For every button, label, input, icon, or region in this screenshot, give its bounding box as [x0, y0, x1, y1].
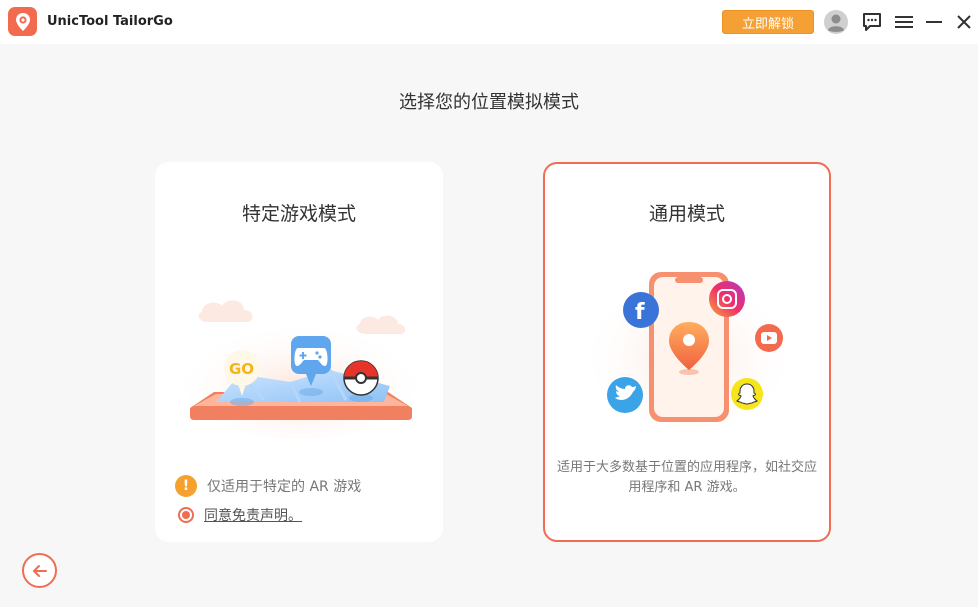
page-title: 选择您的位置模拟模式: [399, 92, 579, 113]
chat-icon[interactable]: [859, 9, 885, 35]
youtube-icon: [755, 324, 783, 352]
facebook-icon: f: [623, 292, 659, 328]
back-arrow-icon: [32, 564, 47, 577]
close-icon[interactable]: [951, 9, 977, 35]
general-mode-title: 通用模式: [648, 203, 725, 225]
go-badge: GO: [229, 360, 254, 378]
game-mode-illustration: GO: [182, 300, 418, 439]
disclaimer-link[interactable]: 同意免责声明。: [204, 505, 302, 525]
disclaimer-radio[interactable]: [178, 507, 194, 523]
game-mode-title: 特定游戏模式: [241, 203, 356, 225]
general-mode-description: 适用于大多数基于位置的应用程序，如社交应用程序和 AR 游戏。: [557, 460, 818, 495]
general-mode-card[interactable]: 通用模式 f 适用于大多数基于位置的应用程序，如社交应用程序和 AR 游戏。: [543, 162, 831, 542]
user-avatar-icon[interactable]: [823, 9, 849, 35]
title-bar: UnicTool TailorGo 立即解锁: [0, 0, 978, 44]
snapchat-icon: [731, 378, 763, 410]
menu-icon[interactable]: [891, 9, 917, 35]
game-mode-note: ! 仅适用于特定的 AR 游戏: [175, 475, 361, 497]
warning-icon: !: [175, 475, 197, 497]
twitter-icon: [607, 377, 643, 413]
general-mode-illustration: f: [589, 270, 789, 430]
location-logo-icon: [8, 7, 37, 36]
back-button[interactable]: [22, 553, 57, 588]
disclaimer-row[interactable]: 同意免责声明。: [175, 505, 302, 525]
instagram-icon: [709, 281, 745, 317]
unlock-button[interactable]: 立即解锁: [722, 10, 814, 34]
minimize-icon[interactable]: [921, 9, 947, 35]
game-mode-card[interactable]: 特定游戏模式 GO ! 仅适用于特定的 AR 游戏 同意免责声明。: [155, 162, 443, 542]
app-title: UnicTool TailorGo: [47, 14, 173, 29]
game-mode-note-text: 仅适用于特定的 AR 游戏: [207, 479, 362, 495]
svg-text:f: f: [635, 300, 645, 325]
